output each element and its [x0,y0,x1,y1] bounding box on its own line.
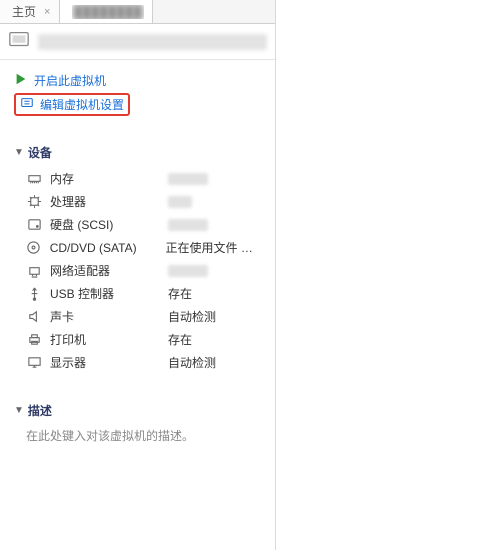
power-on-vm-link[interactable]: 开启此虚拟机 [14,70,261,91]
device-name: USB 控制器 [50,285,160,302]
tab-home[interactable]: 主页 × [0,0,60,23]
close-icon[interactable]: × [44,6,50,18]
chevron-down-icon: ▼ [14,405,24,416]
devices-section-header[interactable]: ▼ 设备 [14,144,261,161]
vm-title-bar [0,24,275,60]
device-row-sound[interactable]: 声卡 自动检测 [14,305,261,328]
device-row-memory[interactable]: 内存 [14,167,261,190]
vm-big-icon [8,29,30,54]
device-row-printer[interactable]: 打印机 存在 [14,328,261,351]
disc-icon [26,240,42,255]
devices-section-title: 设备 [28,144,52,161]
description-section-title: 描述 [28,402,52,419]
device-name: CD/DVD (SATA) [50,241,158,255]
usb-icon [26,286,42,301]
device-value: 自动检测 [168,308,216,325]
edit-settings-label: 编辑虚拟机设置 [40,96,124,113]
device-row-hdd[interactable]: 硬盘 (SCSI) [14,213,261,236]
device-row-processor[interactable]: 处理器 [14,190,261,213]
tab-strip: 主页 × ████████ [0,0,275,24]
device-name: 声卡 [50,308,160,325]
device-name: 显示器 [50,354,160,371]
tab-vm-label: ████████ [72,5,144,19]
tab-home-label: 主页 [12,3,36,20]
vm-title-text [38,34,267,50]
device-name: 处理器 [50,193,160,210]
network-icon [26,263,42,278]
display-icon [26,355,42,370]
device-value [168,173,208,185]
device-row-cddvd[interactable]: CD/DVD (SATA) 正在使用文件 D:... [14,236,261,259]
device-name: 网络适配器 [50,262,160,279]
device-value: 自动检测 [168,354,216,371]
device-row-network[interactable]: 网络适配器 [14,259,261,282]
tab-vm[interactable]: ████████ [60,0,153,23]
play-icon [14,72,28,89]
devices-section: ▼ 设备 内存 处理器 硬盘 (SCSI) CD/DVD (SATA) [14,144,261,374]
device-value: 正在使用文件 D:... [166,239,261,256]
device-value: 存在 [168,285,192,302]
device-name: 硬盘 (SCSI) [50,216,160,233]
device-row-usb[interactable]: USB 控制器 存在 [14,282,261,305]
device-name: 打印机 [50,331,160,348]
description-section-header[interactable]: ▼ 描述 [14,402,261,419]
edit-vm-settings-link[interactable]: 编辑虚拟机设置 [20,96,124,113]
device-row-display[interactable]: 显示器 自动检测 [14,351,261,374]
device-value: 存在 [168,331,192,348]
printer-icon [26,332,42,347]
chevron-down-icon: ▼ [14,147,24,158]
power-on-label: 开启此虚拟机 [34,72,106,89]
device-value [168,196,192,208]
sound-icon [26,309,42,324]
hdd-icon [26,217,42,232]
edit-settings-highlight: 编辑虚拟机设置 [14,93,130,116]
device-value [168,265,208,277]
description-placeholder[interactable]: 在此处键入对该虚拟机的描述。 [14,425,261,444]
device-name: 内存 [50,170,160,187]
edit-settings-icon [20,96,34,113]
cpu-icon [26,194,42,209]
device-value [168,219,208,231]
memory-icon [26,171,42,186]
description-section: ▼ 描述 在此处键入对该虚拟机的描述。 [14,402,261,444]
